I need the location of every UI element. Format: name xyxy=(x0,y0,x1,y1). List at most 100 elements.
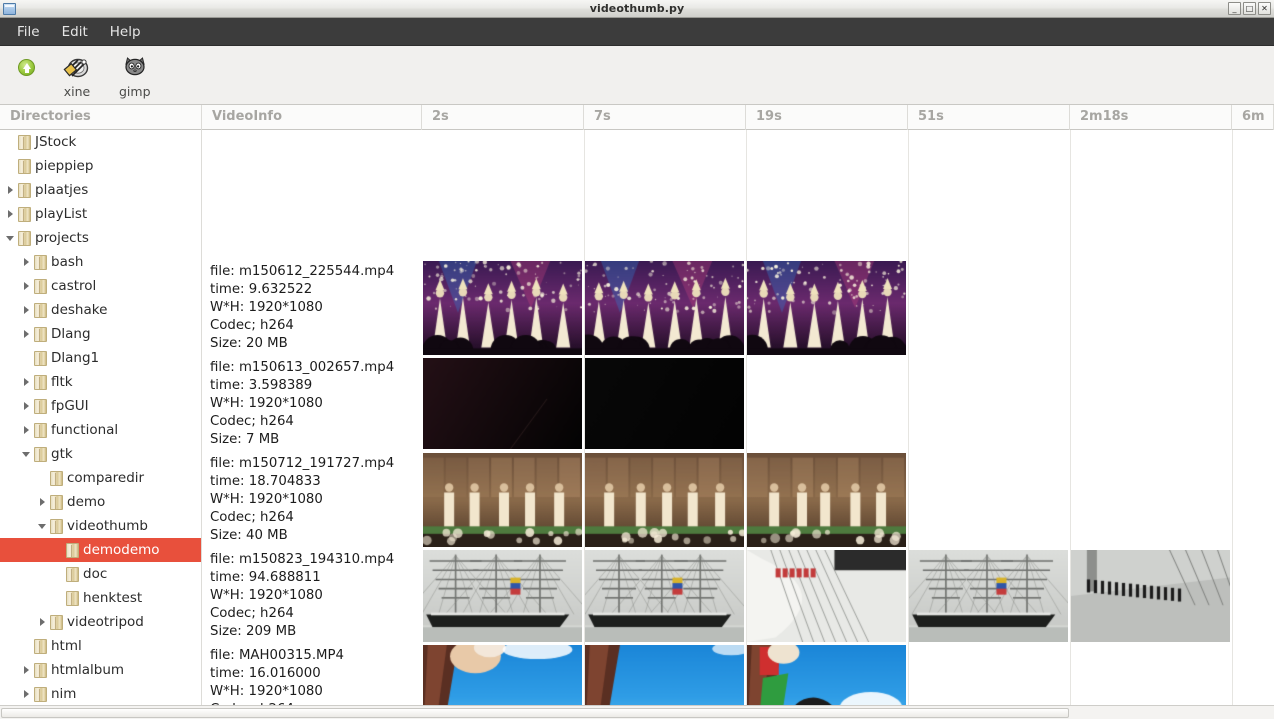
folder-icon xyxy=(34,398,47,414)
tree-item-demodemo[interactable]: demodemo xyxy=(0,538,201,562)
column-2m18s[interactable]: 2m18s xyxy=(1070,105,1232,130)
video-thumbnail[interactable] xyxy=(423,645,582,713)
chevron-right-icon[interactable] xyxy=(34,610,50,634)
video-thumbnail[interactable] xyxy=(585,645,744,713)
column-19s[interactable]: 19s xyxy=(746,105,908,130)
tree-item-projects[interactable]: projects xyxy=(0,226,201,250)
chevron-right-icon[interactable] xyxy=(18,322,34,346)
videoinfo-block[interactable]: file: m150612_225544.mp4 time: 9.632522 W*… xyxy=(210,263,394,353)
chevron-right-icon[interactable] xyxy=(18,370,34,394)
chevron-down-icon[interactable] xyxy=(2,226,18,250)
videoinfo-line: Codec; h264 xyxy=(210,510,294,525)
videoinfo-block[interactable]: file: m150712_191727.mp4 time: 18.704833 W… xyxy=(210,455,394,545)
tree-item-jstock[interactable]: JStock xyxy=(0,130,201,154)
video-thumbnail[interactable] xyxy=(585,261,744,355)
xine-label: xine xyxy=(63,84,91,99)
tree-expander-placeholder xyxy=(50,538,66,562)
chevron-right-icon[interactable] xyxy=(18,250,34,274)
chevron-right-icon[interactable] xyxy=(2,202,18,226)
chevron-right-icon[interactable] xyxy=(18,658,34,682)
tree-item-html[interactable]: html xyxy=(0,634,201,658)
directory-tree[interactable]: JStock pieppiep plaatjes playList projects ba… xyxy=(0,130,202,713)
tree-item-dlang1[interactable]: Dlang1 xyxy=(0,346,201,370)
tree-item-fltk[interactable]: fltk xyxy=(0,370,201,394)
horizontal-scrollbar-thumb[interactable] xyxy=(1,708,1069,718)
tree-item-plaatjes[interactable]: plaatjes xyxy=(0,178,201,202)
tree-item-comparedir[interactable]: comparedir xyxy=(0,466,201,490)
videoinfo-line: time: 18.704833 xyxy=(210,474,321,489)
thumbnail-image xyxy=(585,453,744,547)
minimize-button[interactable]: _ xyxy=(1228,2,1241,15)
video-thumbnail[interactable] xyxy=(747,261,906,355)
up-button[interactable] xyxy=(14,52,49,82)
menu-file[interactable]: File xyxy=(6,20,51,44)
tree-item-gtk[interactable]: gtk xyxy=(0,442,201,466)
video-thumbnail[interactable] xyxy=(747,453,906,547)
chevron-right-icon[interactable] xyxy=(18,298,34,322)
tree-item-functional[interactable]: functional xyxy=(0,418,201,442)
xine-button[interactable]: xine xyxy=(49,52,105,99)
column-6m[interactable]: 6m xyxy=(1232,105,1274,130)
chevron-down-icon[interactable] xyxy=(18,442,34,466)
video-thumbnail[interactable] xyxy=(423,261,582,355)
video-thumbnail[interactable] xyxy=(1071,550,1230,642)
menu-help[interactable]: Help xyxy=(99,20,152,44)
thumbnail-image xyxy=(1071,550,1230,642)
tree-item-henktest[interactable]: henktest xyxy=(0,586,201,610)
videoinfo-block[interactable]: file: m150823_194310.mp4 time: 94.688811 W… xyxy=(210,551,394,641)
chevron-right-icon[interactable] xyxy=(18,274,34,298)
tree-item-playlist[interactable]: playList xyxy=(0,202,201,226)
column-directories[interactable]: Directories xyxy=(0,105,202,130)
folder-icon xyxy=(50,470,63,486)
tree-item-fpgui[interactable]: fpGUI xyxy=(0,394,201,418)
tree-item-videotripod[interactable]: videotripod xyxy=(0,610,201,634)
tree-item-nim[interactable]: nim xyxy=(0,682,201,706)
thumbnail-image xyxy=(585,550,744,642)
column-7s[interactable]: 7s xyxy=(584,105,746,130)
video-thumbnail[interactable] xyxy=(423,358,582,449)
tree-item-demo[interactable]: demo xyxy=(0,490,201,514)
horizontal-scrollbar[interactable] xyxy=(0,705,1274,719)
video-thumbnail[interactable] xyxy=(585,358,744,449)
video-thumbnail[interactable] xyxy=(747,645,906,713)
thumbnail-image xyxy=(747,645,906,713)
video-thumbnail[interactable] xyxy=(747,550,906,642)
column-videoinfo[interactable]: VideoInfo xyxy=(202,105,422,130)
thumbnail-image xyxy=(423,550,582,642)
video-thumbnail[interactable] xyxy=(909,550,1068,642)
tree-item-dlang[interactable]: Dlang xyxy=(0,322,201,346)
chevron-right-icon[interactable] xyxy=(18,682,34,706)
menu-edit[interactable]: Edit xyxy=(51,20,99,44)
tree-item-videothumb[interactable]: videothumb xyxy=(0,514,201,538)
tree-item-pieppiep[interactable]: pieppiep xyxy=(0,154,201,178)
chevron-down-icon[interactable] xyxy=(34,514,50,538)
videoinfo-block[interactable]: file: MAH00315.MP4 time: 16.016000 W*H: 19… xyxy=(210,647,344,713)
chevron-right-icon[interactable] xyxy=(18,394,34,418)
video-thumbnail[interactable] xyxy=(423,550,582,642)
close-button[interactable]: ✕ xyxy=(1258,2,1271,15)
videoinfo-block[interactable]: file: m150613_002657.mp4 time: 3.598389 W*… xyxy=(210,359,394,449)
tree-item-castrol[interactable]: castrol xyxy=(0,274,201,298)
chevron-right-icon[interactable] xyxy=(34,490,50,514)
videoinfo-line: file: m150612_225544.mp4 xyxy=(210,264,395,279)
maximize-button[interactable]: □ xyxy=(1243,2,1256,15)
tree-item-doc[interactable]: doc xyxy=(0,562,201,586)
window-titlebar[interactable]: videothumb.py _ □ ✕ xyxy=(0,0,1274,18)
tree-item-bash[interactable]: bash xyxy=(0,250,201,274)
folder-icon xyxy=(34,374,47,390)
tree-item-htmlalbum[interactable]: htmlalbum xyxy=(0,658,201,682)
thumbnail-image xyxy=(585,645,744,713)
column-2s[interactable]: 2s xyxy=(422,105,584,130)
video-thumbnail[interactable] xyxy=(423,453,582,547)
tree-item-label: Dlang1 xyxy=(51,350,100,366)
gimp-button[interactable]: gimp xyxy=(105,52,165,99)
chevron-right-icon[interactable] xyxy=(2,178,18,202)
chevron-right-icon[interactable] xyxy=(18,418,34,442)
thumbnail-image xyxy=(423,261,582,355)
video-thumbnail[interactable] xyxy=(585,550,744,642)
video-thumbnail[interactable] xyxy=(585,453,744,547)
column-51s[interactable]: 51s xyxy=(908,105,1070,130)
tree-item-label: Dlang xyxy=(51,326,91,342)
videoinfo-line: time: 9.632522 xyxy=(210,282,313,297)
tree-item-deshake[interactable]: deshake xyxy=(0,298,201,322)
